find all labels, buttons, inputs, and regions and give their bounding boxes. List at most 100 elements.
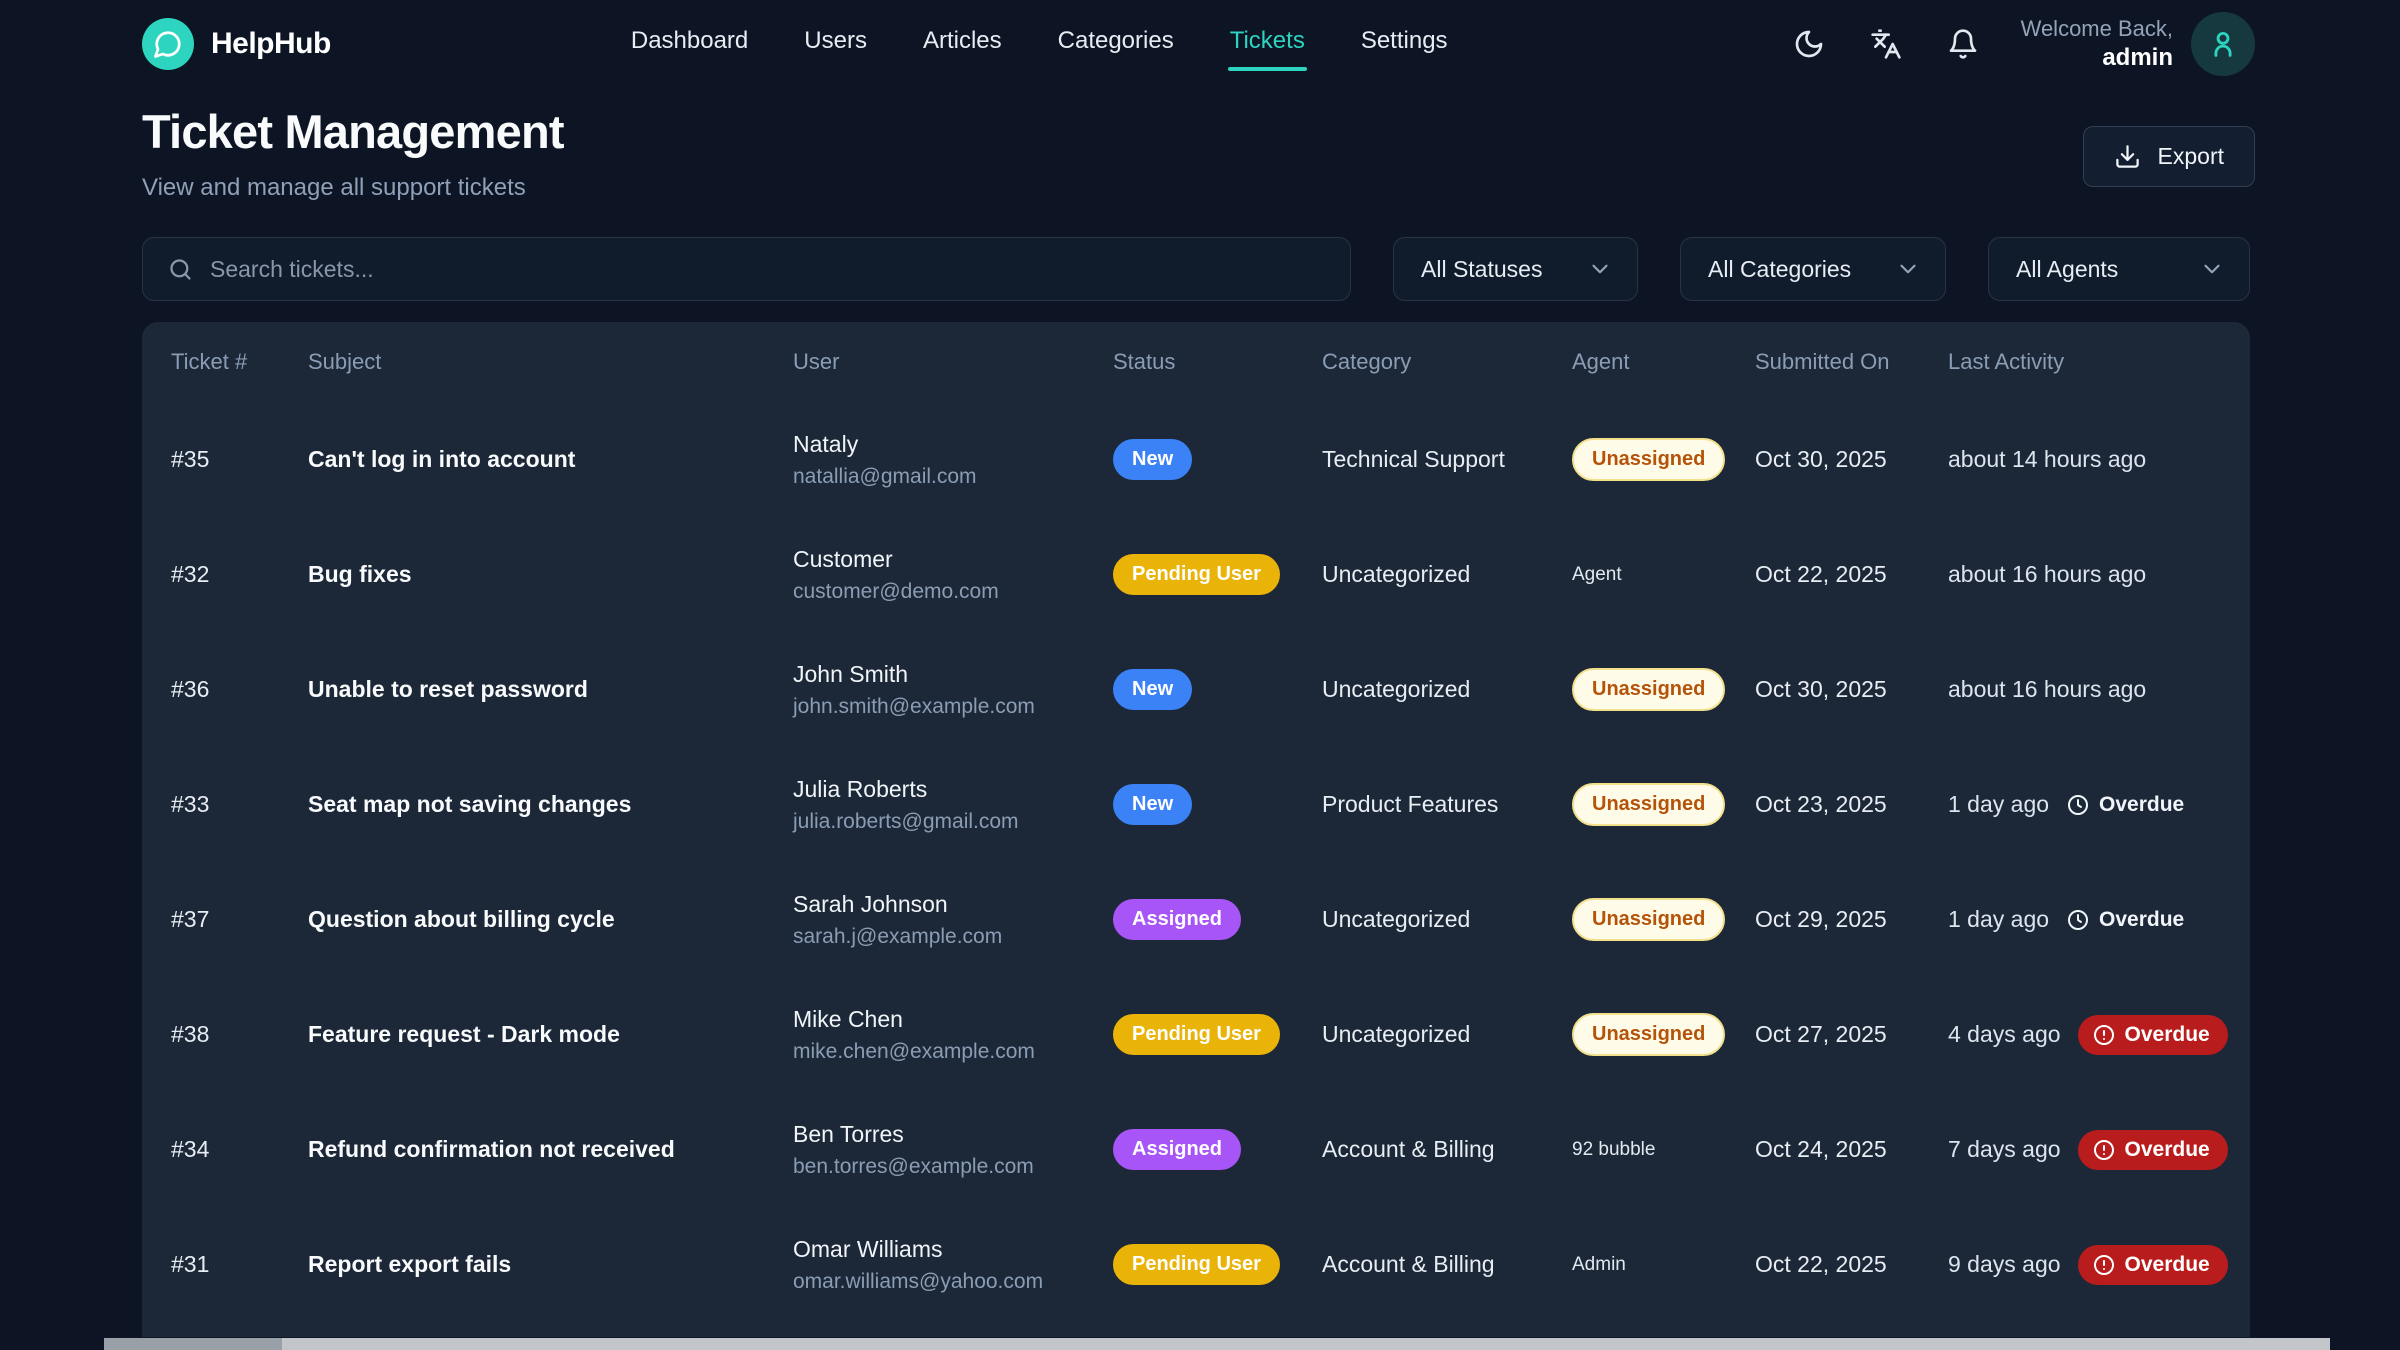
avatar[interactable]: [2191, 12, 2255, 76]
last-activity-cell: about 14 hours ago: [1948, 446, 2230, 473]
user-email: mike.chen@example.com: [793, 1040, 1113, 1064]
nav-item-tickets[interactable]: Tickets: [1228, 17, 1307, 71]
chevron-down-icon: [2199, 256, 2225, 282]
ticket-subject: Unable to reset password: [308, 676, 793, 703]
page-title: Ticket Management: [142, 104, 564, 159]
user-email: natallia@gmail.com: [793, 465, 1113, 489]
last-activity-cell: about 16 hours ago: [1948, 676, 2230, 703]
agent-filter-select[interactable]: All Agents: [1988, 237, 2250, 301]
nav-item-users[interactable]: Users: [802, 17, 869, 71]
ticket-user: Mike Chen mike.chen@example.com: [793, 1006, 1113, 1064]
submitted-date: Oct 22, 2025: [1755, 1251, 1948, 1278]
ticket-subject: Refund confirmation not received: [308, 1136, 793, 1163]
scrollbar-thumb[interactable]: [104, 1338, 282, 1350]
chevron-down-icon: [1895, 256, 1921, 282]
agent-label: Agent: [1572, 564, 1622, 585]
status-badge: Pending User: [1113, 1244, 1280, 1285]
user-name: Nataly: [793, 431, 1113, 458]
agent-filter-value: All Agents: [2016, 256, 2118, 283]
ticket-number: #34: [171, 1136, 308, 1163]
last-activity-cell: 1 day ago Overdue: [1948, 791, 2230, 818]
horizontal-scrollbar[interactable]: [104, 1338, 2330, 1350]
ticket-category: Uncategorized: [1322, 1021, 1572, 1048]
brand[interactable]: HelpHub: [142, 18, 331, 70]
agent-cell: Unassigned: [1572, 668, 1755, 711]
ticket-category: Account & Billing: [1322, 1251, 1572, 1278]
user-email: omar.williams@yahoo.com: [793, 1270, 1113, 1294]
table-row[interactable]: #38 Feature request - Dark mode Mike Che…: [142, 977, 2250, 1092]
col-header-subject: Subject: [308, 349, 793, 375]
submitted-date: Oct 29, 2025: [1755, 906, 1948, 933]
activity-time: 4 days ago: [1948, 1021, 2061, 1048]
moon-icon: [1793, 28, 1825, 60]
last-activity-cell: 4 days ago Overdue: [1948, 1015, 2230, 1055]
filter-bar: All Statuses All Categories All Agents: [0, 202, 2400, 301]
table-header-row: Ticket # Subject User Status Category Ag…: [142, 322, 2250, 402]
page-subtitle: View and manage all support tickets: [142, 174, 564, 202]
status-cell: New: [1113, 784, 1322, 825]
table-row[interactable]: #31 Report export fails Omar Williams om…: [142, 1207, 2250, 1322]
page-header: Ticket Management View and manage all su…: [0, 88, 2400, 202]
ticket-user: Nataly natallia@gmail.com: [793, 431, 1113, 489]
nav-item-categories[interactable]: Categories: [1056, 17, 1176, 71]
last-activity-cell: about 16 hours ago: [1948, 561, 2230, 588]
ticket-user: Sarah Johnson sarah.j@example.com: [793, 891, 1113, 949]
nav-item-dashboard[interactable]: Dashboard: [629, 17, 750, 71]
submitted-date: Oct 27, 2025: [1755, 1021, 1948, 1048]
language-button[interactable]: [1870, 28, 1902, 60]
ticket-category: Uncategorized: [1322, 676, 1572, 703]
agent-badge: Unassigned: [1572, 1013, 1725, 1056]
status-cell: Assigned: [1113, 899, 1322, 940]
ticket-category: Uncategorized: [1322, 561, 1572, 588]
ticket-user: Ben Torres ben.torres@example.com: [793, 1121, 1113, 1179]
category-filter-select[interactable]: All Categories: [1680, 237, 1946, 301]
welcome-greeting: Welcome Back,: [2021, 15, 2173, 43]
activity-time: about 14 hours ago: [1948, 446, 2146, 473]
agent-badge: Unassigned: [1572, 898, 1725, 941]
search-input[interactable]: [210, 256, 1326, 283]
submitted-date: Oct 22, 2025: [1755, 561, 1948, 588]
ticket-subject: Question about billing cycle: [308, 906, 793, 933]
user-icon: [2206, 27, 2240, 61]
agent-label: 92 bubble: [1572, 1139, 1655, 1160]
export-label: Export: [2158, 143, 2224, 170]
ticket-category: Uncategorized: [1322, 906, 1572, 933]
user-email: ben.torres@example.com: [793, 1155, 1113, 1179]
bell-icon: [1947, 28, 1979, 60]
agent-label: Admin: [1572, 1254, 1626, 1275]
table-row[interactable]: #35 Can't log in into account Nataly nat…: [142, 402, 2250, 517]
activity-time: 9 days ago: [1948, 1251, 2061, 1278]
agent-cell: Unassigned: [1572, 1013, 1755, 1056]
user-name: Sarah Johnson: [793, 891, 1113, 918]
table-row[interactable]: #34 Refund confirmation not received Ben…: [142, 1092, 2250, 1207]
alert-circle-icon: [2092, 1253, 2116, 1277]
nav-item-settings[interactable]: Settings: [1359, 17, 1450, 71]
ticket-subject: Report export fails: [308, 1251, 793, 1278]
agent-cell: Admin: [1572, 1254, 1755, 1276]
status-badge: Assigned: [1113, 1129, 1241, 1170]
theme-toggle-button[interactable]: [1793, 28, 1825, 60]
table-row[interactable]: #33 Seat map not saving changes Julia Ro…: [142, 747, 2250, 862]
page-title-block: Ticket Management View and manage all su…: [142, 104, 564, 202]
status-filter-select[interactable]: All Statuses: [1393, 237, 1638, 301]
nav-item-articles[interactable]: Articles: [921, 17, 1004, 71]
overdue-label: Overdue: [2099, 908, 2184, 932]
ticket-number: #35: [171, 446, 308, 473]
alert-circle-icon: [2092, 1138, 2116, 1162]
ticket-subject: Feature request - Dark mode: [308, 1021, 793, 1048]
ticket-subject: Seat map not saving changes: [308, 791, 793, 818]
ticket-category: Product Features: [1322, 791, 1572, 818]
col-header-submitted: Submitted On: [1755, 349, 1948, 375]
ticket-category: Technical Support: [1322, 446, 1572, 473]
table-row[interactable]: #32 Bug fixes Customer customer@demo.com…: [142, 517, 2250, 632]
overdue-label: Overdue: [2125, 1023, 2210, 1047]
brand-name: HelpHub: [211, 27, 331, 61]
notifications-button[interactable]: [1947, 28, 1979, 60]
welcome-block: Welcome Back, admin: [2021, 15, 2173, 73]
export-button[interactable]: Export: [2083, 126, 2255, 187]
table-row[interactable]: #36 Unable to reset password John Smith …: [142, 632, 2250, 747]
user-name: Customer: [793, 546, 1113, 573]
activity-time: 7 days ago: [1948, 1136, 2061, 1163]
last-activity-cell: 9 days ago Overdue: [1948, 1245, 2230, 1285]
table-row[interactable]: #37 Question about billing cycle Sarah J…: [142, 862, 2250, 977]
